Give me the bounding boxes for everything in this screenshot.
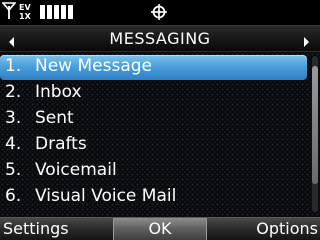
menu-item-label: Inbox: [35, 82, 82, 102]
menu-item-sent[interactable]: 3. Sent: [0, 106, 310, 131]
menu-item-label: Voicemail: [35, 160, 117, 180]
settings-softkey[interactable]: Settings: [3, 218, 69, 240]
menu-item-number: 1.: [5, 56, 22, 76]
options-softkey[interactable]: Options: [256, 218, 318, 240]
menu-item-voicemail[interactable]: 5. Voicemail: [0, 158, 310, 183]
menu-item-label: New Message: [35, 56, 152, 76]
gps-location-icon: [150, 3, 168, 25]
svg-text:1X: 1X: [19, 12, 32, 20]
menu-item-inbox[interactable]: 2. Inbox: [0, 80, 310, 105]
ok-softkey[interactable]: OK: [113, 218, 207, 240]
menu-list: 1. New Message 2. Inbox 3. Sent 4. Draft…: [0, 52, 320, 217]
signal-strength-bars-icon: [40, 3, 74, 23]
title-bar: MESSAGING: [0, 25, 320, 52]
menu-item-number: 4.: [5, 134, 22, 154]
ev-1x-data-icon: EV 1X: [18, 2, 38, 24]
scrollbar[interactable]: [312, 56, 318, 212]
menu-item-label: Sent: [35, 108, 74, 128]
menu-item-new-message[interactable]: 1. New Message: [0, 54, 310, 80]
status-bar: EV 1X: [0, 0, 320, 25]
softkey-bar: Settings OK Options: [0, 217, 320, 240]
menu-item-number: 5.: [5, 160, 22, 180]
menu-item-number: 6.: [5, 186, 22, 206]
menu-item-label: Drafts: [35, 134, 87, 154]
signal-antenna-icon: [1, 2, 17, 24]
nav-right-arrow-icon[interactable]: [303, 33, 310, 52]
menu-item-label: Visual Voice Mail: [35, 186, 177, 206]
menu-item-drafts[interactable]: 4. Drafts: [0, 132, 310, 157]
menu-item-number: 3.: [5, 108, 22, 128]
scrollbar-thumb[interactable]: [312, 66, 318, 184]
page-title: MESSAGING: [109, 29, 211, 48]
svg-text:EV: EV: [19, 3, 31, 12]
menu-item-visual-voice-mail[interactable]: 6. Visual Voice Mail: [0, 184, 310, 209]
menu-item-number: 2.: [5, 82, 22, 102]
